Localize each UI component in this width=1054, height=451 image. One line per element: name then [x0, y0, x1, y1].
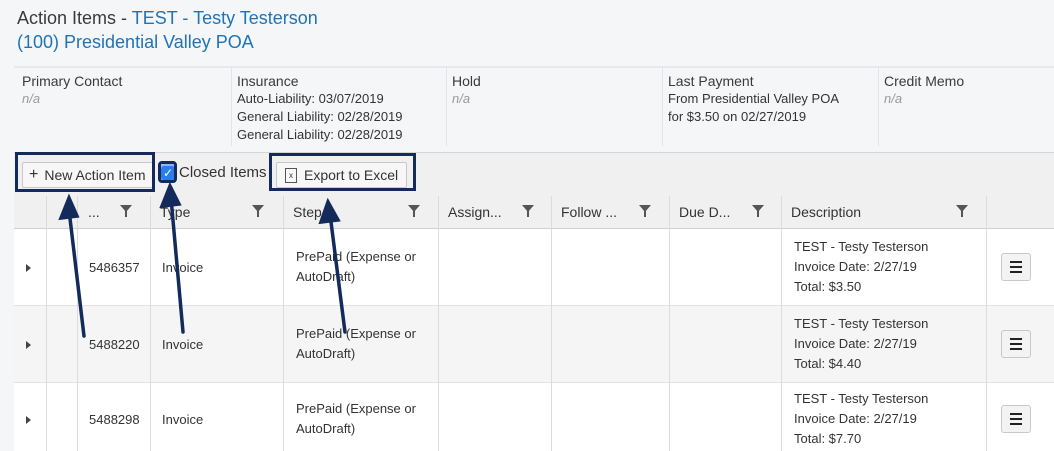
column-header-follow-up[interactable]: Follow ... — [561, 196, 617, 228]
column-divider — [150, 196, 151, 451]
filter-icon[interactable] — [522, 205, 534, 217]
credit-memo-section: Credit Memo n/a — [884, 72, 964, 108]
table-row[interactable]: 5488298 Invoice PrePaid (Expense or Auto… — [14, 383, 1054, 451]
hold-value: n/a — [452, 91, 471, 106]
last-payment-label: Last Payment — [668, 73, 754, 89]
column-divider — [46, 196, 47, 451]
expand-row-icon[interactable] — [26, 416, 31, 424]
filter-icon[interactable] — [120, 205, 132, 217]
hamburger-icon — [1010, 338, 1022, 340]
description-line: Invoice Date: 2/27/19 — [794, 259, 917, 274]
column-header-type[interactable]: Type — [160, 196, 190, 228]
page-header: Action Items - TEST - Testy Testerson (1… — [17, 6, 318, 54]
description-line: Total: $4.40 — [794, 356, 862, 371]
column-divider — [438, 196, 439, 451]
action-items-grid: ... Type Step Assign... Follow ... Due D… — [14, 196, 1054, 451]
hamburger-icon-bar — [1010, 423, 1022, 425]
hold-section: Hold n/a — [452, 72, 481, 108]
hamburger-icon-bar — [1010, 418, 1022, 420]
column-header-due-date[interactable]: Due D... — [679, 196, 730, 228]
filter-icon[interactable] — [956, 205, 968, 217]
hamburger-icon-bar — [1010, 266, 1022, 268]
row-description: TEST - Testy Testerson Invoice Date: 2/2… — [794, 237, 928, 297]
filter-icon[interactable] — [752, 205, 764, 217]
column-divider — [551, 196, 552, 451]
closed-items-label: Closed Items — [179, 164, 267, 181]
summary-panel: Primary Contact n/a Insurance Auto-Liabi… — [14, 66, 1054, 148]
hold-label: Hold — [452, 73, 481, 89]
description-line: TEST - Testy Testerson — [794, 316, 929, 331]
divider — [446, 68, 447, 146]
description-line: TEST - Testy Testerson — [794, 391, 929, 406]
annotation-box — [15, 152, 155, 192]
page-title: Action Items - TEST - Testy Testerson — [17, 6, 318, 30]
hamburger-icon — [1010, 413, 1022, 415]
row-step: PrePaid (Expense or AutoDraft) — [296, 326, 416, 361]
hamburger-icon — [1010, 261, 1022, 263]
table-row[interactable]: 5486357 Invoice PrePaid (Expense or Auto… — [14, 229, 1054, 306]
row-id: 5486357 — [89, 260, 140, 275]
last-payment-line: for $3.50 on 02/27/2019 — [668, 109, 807, 124]
column-header-assigned[interactable]: Assign... — [448, 196, 502, 228]
row-type: Invoice — [162, 260, 204, 275]
hamburger-icon-bar — [1010, 271, 1022, 273]
row-id: 5488220 — [89, 337, 140, 352]
annotation-box — [269, 153, 416, 191]
description-line: Invoice Date: 2/27/19 — [794, 411, 917, 426]
association-link[interactable]: (100) Presidential Valley POA — [17, 30, 318, 54]
insurance-line: General Liability: 02/28/2019 — [237, 109, 403, 124]
row-menu-button[interactable] — [1001, 253, 1031, 281]
hamburger-icon-bar — [1010, 348, 1022, 350]
filter-icon[interactable] — [408, 205, 420, 217]
row-description: TEST - Testy Testerson Invoice Date: 2/2… — [794, 389, 928, 449]
column-header-id[interactable]: ... — [88, 196, 100, 228]
insurance-label: Insurance — [237, 73, 299, 89]
column-divider — [781, 196, 782, 451]
last-payment-line: From Presidential Valley POA — [668, 91, 839, 106]
description-line: Total: $7.70 — [794, 431, 862, 446]
grid-header: ... Type Step Assign... Follow ... Due D… — [14, 196, 1054, 229]
primary-contact-value: n/a — [22, 91, 41, 106]
row-step: PrePaid (Expense or AutoDraft) — [296, 249, 416, 284]
hamburger-icon-bar — [1010, 343, 1022, 345]
primary-contact-label: Primary Contact — [22, 73, 123, 89]
vendor-link[interactable]: TEST - Testy Testerson — [132, 8, 318, 28]
insurance-section: Insurance Auto-Liability: 03/07/2019 Gen… — [237, 72, 403, 144]
row-description: TEST - Testy Testerson Invoice Date: 2/2… — [794, 314, 928, 374]
expand-row-icon[interactable] — [26, 264, 31, 272]
insurance-line: Auto-Liability: 03/07/2019 — [237, 91, 384, 106]
title-prefix: Action Items - — [17, 8, 132, 28]
row-menu-button[interactable] — [1001, 330, 1031, 358]
description-line: Invoice Date: 2/27/19 — [794, 336, 917, 351]
last-payment-section: Last Payment From Presidential Valley PO… — [668, 72, 839, 126]
row-type: Invoice — [162, 337, 204, 352]
credit-memo-label: Credit Memo — [884, 73, 965, 89]
description-line: TEST - Testy Testerson — [794, 239, 929, 254]
column-header-description[interactable]: Description — [791, 196, 861, 228]
row-menu-button[interactable] — [1001, 405, 1031, 433]
insurance-line: General Liability: 02/28/2019 — [237, 127, 403, 142]
column-divider — [986, 196, 987, 451]
divider — [231, 68, 232, 146]
column-divider — [283, 196, 284, 451]
filter-icon[interactable] — [639, 205, 651, 217]
column-divider — [77, 196, 78, 451]
row-id: 5488298 — [89, 412, 140, 427]
expand-row-icon[interactable] — [26, 341, 31, 349]
primary-contact-section: Primary Contact n/a — [22, 72, 122, 108]
divider — [878, 68, 879, 146]
row-step: PrePaid (Expense or AutoDraft) — [296, 401, 416, 436]
filter-icon[interactable] — [252, 205, 264, 217]
annotation-box — [158, 161, 177, 183]
credit-memo-value: n/a — [884, 91, 903, 106]
table-row[interactable]: 5488220 Invoice PrePaid (Expense or Auto… — [14, 306, 1054, 383]
column-header-step[interactable]: Step — [293, 196, 322, 228]
description-line: Total: $3.50 — [794, 279, 862, 294]
divider — [662, 68, 663, 146]
row-type: Invoice — [162, 412, 204, 427]
column-divider — [669, 196, 670, 451]
